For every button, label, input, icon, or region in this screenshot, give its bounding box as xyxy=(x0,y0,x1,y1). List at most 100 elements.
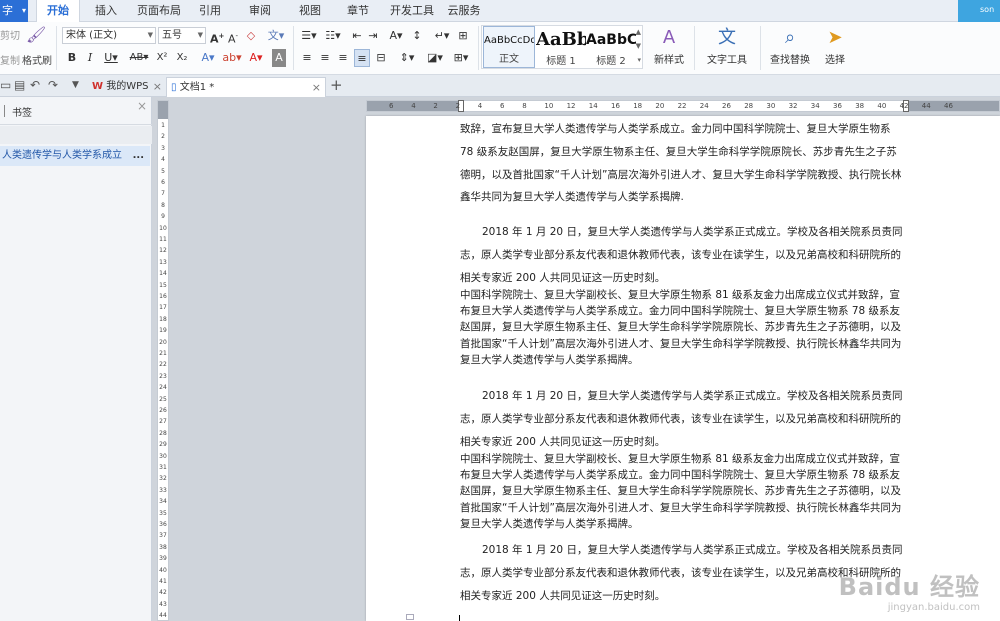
shrink-font-icon[interactable]: A- xyxy=(226,27,240,46)
style-label: 标题 2 xyxy=(596,56,626,67)
more-icon[interactable]: ... xyxy=(133,146,144,166)
paragraph[interactable]: 2018 年 1 月 20 日，复旦大学人类遗传学与人类学系正式成立。学校及各相… xyxy=(460,385,906,453)
tab-home[interactable]: 开始 xyxy=(36,0,80,23)
ruler-tick-label: 14 xyxy=(588,102,598,110)
underline-icon[interactable]: U▾ xyxy=(102,49,120,67)
scroll-down-icon[interactable]: ▼ xyxy=(636,42,641,50)
phonetic-guide-icon[interactable]: 文▾ xyxy=(264,27,288,45)
ruler-tick-label: 34 xyxy=(159,498,167,506)
bold-icon[interactable]: B xyxy=(66,49,78,67)
format-painter-button[interactable]: 格式刷 xyxy=(22,52,52,67)
distributed-icon[interactable]: ⊟ xyxy=(374,49,388,67)
tab-chapter[interactable]: 章节 xyxy=(338,0,378,22)
chevron-down-icon: ▼ xyxy=(147,31,153,39)
close-icon[interactable]: × xyxy=(137,99,147,113)
user-account[interactable]: son xyxy=(958,0,1000,22)
show-marks-icon[interactable]: ↵▾ xyxy=(434,27,450,45)
cut-button[interactable]: 剪切 xyxy=(0,27,20,42)
ruler-tick-label: 22 xyxy=(677,102,687,110)
shading-icon[interactable]: ◪▾ xyxy=(424,49,446,67)
document-workspace[interactable]: 1 2 3 4 5 6 7 8 9 10 11 12 13 14 15 16 17 18 19 20 21 22 23 24 2… xyxy=(153,97,1000,621)
tab-developer[interactable]: 开发工具 xyxy=(386,0,438,22)
ruler-tick-label: 38 xyxy=(159,543,167,551)
redo-icon[interactable]: ↷ xyxy=(48,78,58,92)
document-page[interactable]: 致辞，宣布复旦大学人类遗传学与人类学系成立。金力同中国科学院院士、复旦大学原生物… xyxy=(366,116,1000,621)
text-direction-icon[interactable]: A▾ xyxy=(384,27,408,45)
text-tools-button[interactable]: 文 文字工具 xyxy=(700,25,754,66)
doc-tab-document1[interactable]: ▯ 文档1 * × xyxy=(166,77,326,97)
ruler-tick-label: 43 xyxy=(159,600,167,608)
ruler-tick-label: 18 xyxy=(159,315,167,323)
new-style-icon: A xyxy=(662,27,676,48)
divider xyxy=(694,26,695,70)
copy-button[interactable]: 复制 xyxy=(0,52,20,67)
doc-tab-my-wps[interactable]: W 我的WPS × xyxy=(88,77,166,97)
bookmark-item[interactable]: 人类遗传学与人类学系成立 ... xyxy=(0,146,150,166)
cursor-arrow-icon: ➤ xyxy=(827,27,843,48)
close-icon[interactable]: × xyxy=(153,77,162,96)
find-replace-label: 查找替换 xyxy=(770,55,810,66)
strikethrough-icon[interactable]: AB▾ xyxy=(126,49,152,67)
align-left-icon[interactable]: ≡ xyxy=(300,49,314,67)
new-tab-button[interactable]: + xyxy=(330,76,343,94)
grow-font-icon[interactable]: A+ xyxy=(210,27,224,46)
align-right-icon[interactable]: ≡ xyxy=(336,49,350,67)
print-preview-icon[interactable]: ▭ xyxy=(0,78,11,92)
paragraph[interactable]: 2018 年 1 月 20 日，复旦大学人类遗传学与人类学系正式成立。学校及各相… xyxy=(460,221,906,289)
char-shading-icon[interactable]: A xyxy=(272,49,286,67)
font-name-select[interactable]: 宋体 (正文) ▼ xyxy=(62,27,156,44)
select-button[interactable]: ➤ 选择 xyxy=(818,25,852,66)
sort-icon[interactable]: ↕ xyxy=(410,27,424,45)
line-spacing-icon[interactable]: ⇕▾ xyxy=(396,49,418,67)
chevron-down-icon[interactable]: ▼ xyxy=(72,80,79,90)
font-size-select[interactable]: 五号 ▼ xyxy=(158,27,206,44)
ruler-tick-label: 6 xyxy=(161,179,165,186)
paragraph[interactable]: 致辞，宣布复旦大学人类遗传学与人类学系成立。金力同中国科学院院士、复旦大学原生物… xyxy=(460,118,906,209)
more-styles-icon[interactable]: ▾ xyxy=(637,56,641,64)
styles-gallery: AaBbCcDd 正文 AaBb 标题 1 AaBbC 标题 2 ▲ ▼ ▾ xyxy=(481,25,643,69)
format-painter-icon[interactable]: 🖌 xyxy=(26,25,46,44)
tab-view[interactable]: 视图 xyxy=(290,0,330,22)
ruler-tick-label: 40 xyxy=(159,566,167,574)
tab-cloud[interactable]: 云服务 xyxy=(444,0,484,22)
align-center-icon[interactable]: ≡ xyxy=(318,49,332,67)
font-color-icon[interactable]: A▾ xyxy=(246,49,266,67)
superscript-icon[interactable]: X² xyxy=(154,49,170,67)
decrease-indent-icon[interactable]: ⇤ xyxy=(350,27,364,45)
clear-format-icon[interactable]: ◇ xyxy=(244,27,258,45)
vertical-ruler[interactable]: 1 2 3 4 5 6 7 8 9 10 11 12 13 14 15 16 17 18 19 20 21 22 23 24 2… xyxy=(157,100,169,621)
style-normal[interactable]: AaBbCcDd 正文 xyxy=(483,26,535,68)
paragraph[interactable]: 中国科学院院士、复旦大学副校长、复旦大学原生物系 81 级系友金力出席成立仪式并… xyxy=(460,451,906,532)
print-icon[interactable]: ▤ xyxy=(14,78,25,92)
horizontal-ruler[interactable]: 6 4 2 2 4 6 8 10 12 14 16 18 20 22 24 26 28 30 32 34 36 38 40 4… xyxy=(366,100,1000,112)
ruler-tick-label: 44 xyxy=(921,102,931,110)
tab-references[interactable]: 引用 xyxy=(190,0,230,22)
subscript-icon[interactable]: X₂ xyxy=(174,49,190,67)
app-menu-button[interactable]: 字 ▾ xyxy=(0,0,28,22)
justify-icon[interactable]: ≡ xyxy=(354,49,370,67)
text-effect-icon[interactable]: A▾ xyxy=(198,49,218,67)
ruler-tick-label: 3 xyxy=(161,144,165,152)
style-heading-1[interactable]: AaBb 标题 1 xyxy=(536,26,586,68)
find-replace-button[interactable]: ⌕ 查找替换 xyxy=(764,25,816,66)
increase-indent-icon[interactable]: ⇥ xyxy=(366,27,380,45)
ruler-tick-label: 2 xyxy=(161,133,165,141)
ruler-tick-label: 7 xyxy=(161,190,165,198)
tab-review[interactable]: 审阅 xyxy=(240,0,280,22)
scroll-up-icon[interactable]: ▲ xyxy=(636,28,641,36)
paragraph[interactable]: 中国科学院院士、复旦大学副校长、复旦大学原生物系 81 级系友金力出席成立仪式并… xyxy=(460,287,906,368)
italic-icon[interactable]: I xyxy=(84,49,96,67)
table-icon[interactable]: ⊞ xyxy=(456,27,470,45)
numbering-icon[interactable]: ☷▾ xyxy=(322,27,344,45)
new-style-button[interactable]: A 新样式 xyxy=(646,25,692,66)
style-heading-2[interactable]: AaBbC 标题 2 xyxy=(586,26,636,68)
tab-insert[interactable]: 插入 xyxy=(84,0,128,22)
tab-page-layout[interactable]: 页面布局 xyxy=(132,0,186,22)
highlight-icon[interactable]: ab▾ xyxy=(222,49,242,67)
new-style-label: 新样式 xyxy=(654,55,684,66)
undo-icon[interactable]: ↶ xyxy=(30,78,40,92)
close-icon[interactable]: × xyxy=(312,78,321,97)
bullets-icon[interactable]: ☰▾ xyxy=(298,27,320,45)
borders-icon[interactable]: ⊞▾ xyxy=(450,49,472,67)
style-sample: AaBbC xyxy=(586,32,636,48)
